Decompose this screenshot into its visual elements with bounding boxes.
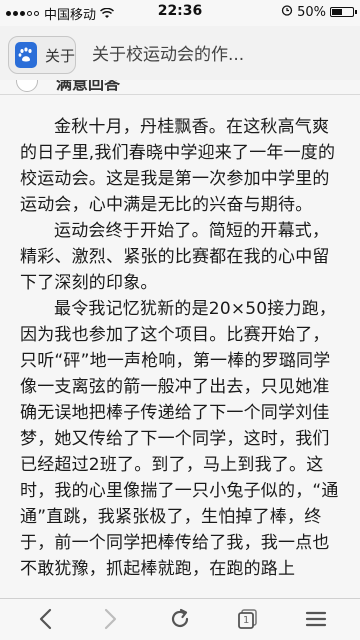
- battery-level: [332, 9, 342, 15]
- tabs-icon: 1: [236, 607, 260, 631]
- page-title: 关于校运动会的作...: [92, 45, 245, 65]
- phone-screen: 中国移动 22:36 50% 关于 关于校运动会的作... 满意回答 金秋十月，…: [0, 0, 360, 640]
- paragraph-3: 最令我记忆犹新的是20×50接力跑，因为我也参加了这个项目。比赛开始了，只听“砰…: [20, 299, 339, 579]
- tabs-count: 1: [243, 615, 250, 626]
- tab-label: 关于: [44, 46, 75, 65]
- article-body: 金秋十月，丹桂飘香。在这秋高气爽的日子里,我们春晓中学迎来了一年一度的校运动会。…: [20, 114, 346, 582]
- answer-label: 满意回答: [56, 80, 121, 93]
- battery-percent: 50%: [297, 4, 326, 20]
- answer-subheader: 满意回答: [0, 80, 360, 95]
- status-bar: 中国移动 22:36 50%: [0, 0, 360, 26]
- browser-toolbar: 1: [0, 598, 360, 640]
- tabs-button[interactable]: 1: [228, 603, 268, 635]
- battery-icon: [330, 7, 357, 17]
- refresh-button[interactable]: [160, 603, 200, 635]
- paragraph-2: 运动会终于开始了。简短的开幕式，精彩、激烈、紧张的比赛都在我的心中留下了深刻的印…: [20, 221, 330, 293]
- answer-avatar: [16, 80, 38, 92]
- paragraph-1: 金秋十月，丹桂飘香。在这秋高气爽的日子里,我们春晓中学迎来了一年一度的校运动会。…: [20, 117, 336, 215]
- status-right: 50%: [281, 4, 357, 20]
- forward-arrow-icon: [100, 608, 120, 630]
- alarm-icon: [281, 4, 293, 20]
- back-button[interactable]: [26, 603, 66, 635]
- article-content: 满意回答 金秋十月，丹桂飘香。在这秋高气爽的日子里,我们春晓中学迎来了一年一度的…: [0, 80, 360, 598]
- forward-button[interactable]: [90, 603, 130, 635]
- baidu-paw-icon: [15, 42, 37, 68]
- back-arrow-icon: [36, 608, 56, 630]
- menu-button[interactable]: [296, 603, 336, 635]
- site-tab-button[interactable]: 关于: [8, 36, 76, 74]
- browser-header: 关于 关于校运动会的作...: [0, 26, 360, 80]
- refresh-icon: [168, 607, 192, 631]
- menu-icon: [305, 609, 327, 629]
